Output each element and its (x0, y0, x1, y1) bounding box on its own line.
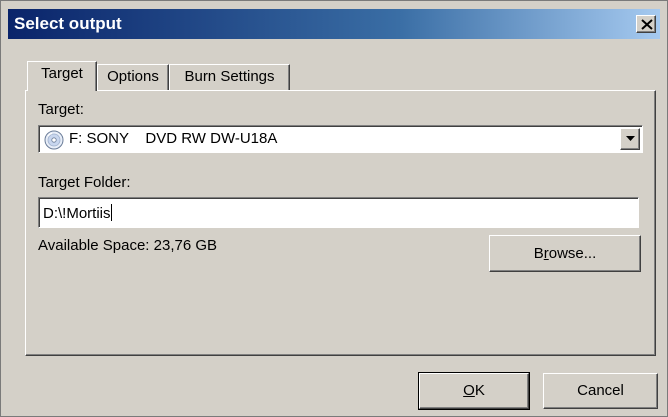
close-button[interactable] (636, 15, 656, 33)
target-folder-label: Target Folder: (38, 174, 131, 191)
selected-drive: F: SONY DVD RW DW-U18A (69, 130, 278, 147)
select-output-dialog: Select output Target Options Burn Settin… (0, 0, 668, 417)
target-label: Target: (38, 101, 84, 118)
browse-label-prefix: B (533, 245, 544, 262)
ok-button[interactable]: OK (418, 372, 530, 410)
tab-target[interactable]: Target (27, 61, 97, 91)
tab-options[interactable]: Options (97, 64, 169, 91)
title-bar[interactable]: Select output (8, 9, 660, 39)
cancel-button[interactable]: Cancel (543, 373, 658, 409)
cd-drive-icon (44, 130, 64, 150)
ok-label-suffix: K (474, 382, 485, 399)
tab-target-label: Target (41, 65, 83, 82)
dropdown-button[interactable] (620, 128, 640, 150)
browse-label-suffix: owse... (548, 245, 597, 262)
cancel-label: Cancel (577, 382, 624, 399)
tab-options-label: Options (107, 68, 159, 85)
close-icon (641, 19, 653, 30)
ok-label-mnemonic: O (463, 382, 475, 399)
available-space-text: Available Space: 23,76 GB (38, 237, 218, 254)
tab-burn-settings-label: Burn Settings (184, 68, 275, 85)
text-caret (110, 204, 112, 221)
target-drive-select[interactable]: F: SONY DVD RW DW-U18A (38, 125, 643, 153)
chevron-down-icon (626, 136, 635, 141)
target-folder-value: D:\!Mortiis (43, 205, 111, 222)
browse-button[interactable]: Browse... (489, 235, 641, 272)
target-folder-input[interactable]: D:\!Mortiis (38, 197, 639, 228)
tab-burn-settings[interactable]: Burn Settings (169, 64, 290, 91)
window-title: Select output (14, 14, 122, 33)
